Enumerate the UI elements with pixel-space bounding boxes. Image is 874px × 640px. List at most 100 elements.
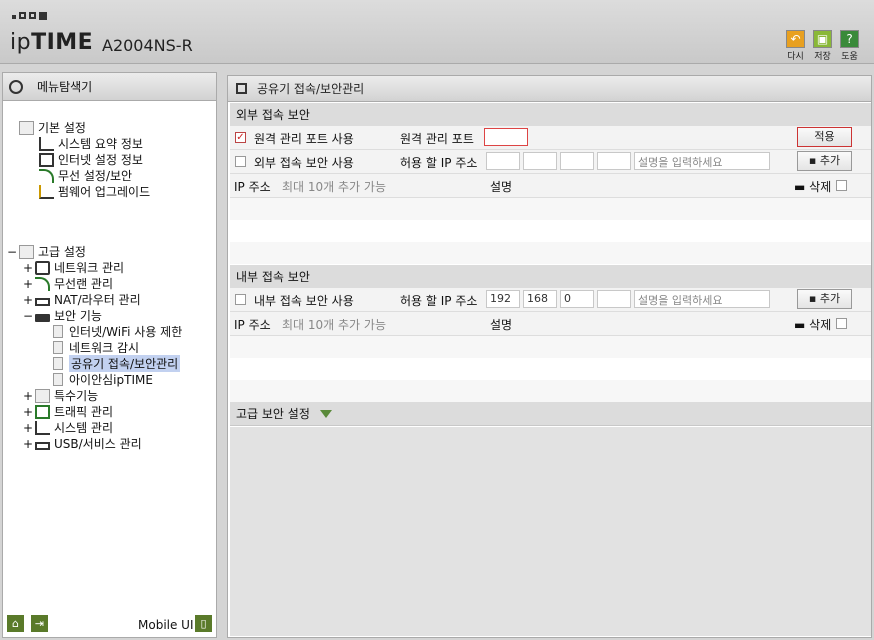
minus-icon: ▬: [794, 180, 810, 194]
ip-octet-1-input[interactable]: 192: [486, 290, 520, 308]
expand-triangle-icon[interactable]: [319, 409, 332, 418]
expand-toggle[interactable]: +: [23, 405, 33, 419]
add-button[interactable]: ▪ 추가: [797, 151, 852, 171]
network-icon: [35, 260, 50, 275]
delete-all-button[interactable]: ▬ 삭제: [794, 178, 831, 195]
add-button[interactable]: ▪ 추가: [797, 289, 852, 309]
ip-octet-3-input[interactable]: [560, 152, 594, 170]
expand-toggle[interactable]: +: [23, 389, 33, 403]
tree-item-internet-info[interactable]: 인터넷 설정 정보: [39, 151, 143, 168]
list-hint: 최대 10개 추가 가능: [282, 318, 386, 332]
expand-toggle[interactable]: +: [23, 293, 33, 307]
external-security-checkbox[interactable]: [235, 156, 246, 167]
save-button[interactable]: ▣ 저장: [812, 30, 833, 62]
page-title-icon: [236, 83, 247, 94]
content-panel: 공유기 접속/보안관리 외부 접속 보안 ✓ 원격 관리 포트 사용 원격 관리…: [227, 75, 872, 638]
logo-mark: [12, 12, 47, 20]
external-list-empty: [230, 242, 871, 264]
undo-icon: ↶: [786, 30, 805, 48]
list-hint: 최대 10개 추가 가능: [282, 180, 386, 194]
select-all-checkbox[interactable]: [836, 318, 847, 329]
search-tree-icon: [9, 79, 23, 94]
tree-item-network-watch[interactable]: 네트워크 감시: [53, 339, 139, 356]
section-title: 외부 접속 보안: [236, 108, 310, 122]
monitor-icon: [39, 152, 54, 167]
description-input[interactable]: 설명을 입력하세요: [634, 152, 770, 170]
remote-port-checkbox[interactable]: ✓: [235, 132, 246, 143]
ip-octet-2-input[interactable]: 168: [523, 290, 557, 308]
usb-icon: [35, 441, 50, 450]
description-input[interactable]: 설명을 입력하세요: [634, 290, 770, 308]
section-advanced-security[interactable]: 고급 보안 설정: [230, 402, 871, 426]
ip-octet-4-input[interactable]: [597, 290, 631, 308]
ip-octet-3-input[interactable]: 0: [560, 290, 594, 308]
tree-item-wireless-security[interactable]: 무선 설정/보안: [39, 167, 132, 184]
minus-icon: ▬: [794, 318, 810, 332]
mobile-ui-button[interactable]: ▯: [195, 615, 212, 632]
expand-toggle[interactable]: +: [23, 261, 33, 275]
wifi-icon: [35, 276, 50, 291]
tree-item-firmware-upgrade[interactable]: 펌웨어 업그레이드: [39, 183, 150, 200]
section-title: 고급 보안 설정: [236, 407, 310, 421]
help-icon: ?: [840, 30, 859, 48]
section-title: 내부 접속 보안: [236, 270, 310, 284]
tree-security-features[interactable]: − 보안 기능: [23, 307, 102, 324]
tree-basic-settings[interactable]: 기본 설정: [19, 119, 86, 136]
brand-logo: ipTIME: [10, 30, 94, 55]
internal-security-checkbox[interactable]: [235, 294, 246, 305]
ip-octet-1-input[interactable]: [486, 152, 520, 170]
internal-security-checkbox-label: 내부 접속 보안 사용: [254, 294, 354, 308]
external-list-empty: [230, 198, 871, 220]
tree-system-management[interactable]: + 시스템 관리: [23, 419, 113, 436]
router-icon: [35, 297, 50, 306]
remote-port-label: 원격 관리 포트: [400, 132, 474, 146]
tree-traffic-management[interactable]: + 트래픽 관리: [23, 403, 113, 420]
wifi-icon: [39, 168, 54, 183]
menu-explorer: 메뉴탐색기 기본 설정 시스템 요약 정보 인터넷 설정 정보 무선 설정/보안…: [2, 72, 217, 638]
select-all-checkbox[interactable]: [836, 180, 847, 191]
expand-toggle[interactable]: +: [23, 437, 33, 451]
special-features-icon: [35, 388, 50, 403]
logout-button[interactable]: ⇥: [31, 615, 48, 632]
remote-port-checkbox-label: 원격 관리 포트 사용: [254, 132, 354, 146]
delete-all-button[interactable]: ▬ 삭제: [794, 316, 831, 333]
tree-advanced-settings[interactable]: − 고급 설정: [7, 243, 86, 260]
allow-ip-label: 허용 할 IP 주소: [400, 156, 478, 170]
tree-item-router-access-security[interactable]: 공유기 접속/보안관리: [53, 355, 181, 372]
collapse-toggle[interactable]: −: [23, 309, 33, 323]
menu-footer: ⌂ ⇥ Mobile UI ▯: [3, 613, 216, 637]
bar-chart-icon: [39, 136, 54, 151]
tree-network-management[interactable]: + 네트워크 관리: [23, 259, 124, 276]
tree-item-child-safe-iptime[interactable]: 아이안심ipTIME: [53, 371, 153, 388]
expand-toggle[interactable]: +: [23, 421, 33, 435]
tree-special-features[interactable]: + 특수기능: [23, 387, 98, 404]
bar-chart-icon: [35, 420, 50, 435]
logout-icon: ⇥: [34, 617, 45, 630]
page-icon: [53, 357, 63, 370]
ip-octet-4-input[interactable]: [597, 152, 631, 170]
help-button[interactable]: ? 도움: [839, 30, 860, 62]
external-list-empty: [230, 220, 871, 242]
traffic-chart-icon: [35, 404, 50, 419]
remote-port-input[interactable]: [484, 128, 528, 146]
undo-button[interactable]: ↶ 다시: [785, 30, 806, 62]
mobile-ui-link[interactable]: Mobile UI: [138, 618, 194, 632]
home-button[interactable]: ⌂: [7, 615, 24, 632]
internal-list-header: IP 주소 최대 10개 추가 가능 설명 ▬ 삭제: [230, 312, 871, 336]
mobile-phone-icon: ▯: [200, 617, 207, 630]
tree-wireless-management[interactable]: + 무선랜 관리: [23, 275, 113, 292]
expand-toggle[interactable]: +: [23, 277, 33, 291]
collapse-toggle[interactable]: −: [7, 245, 17, 259]
tree-nat-router-management[interactable]: + NAT/라우터 관리: [23, 291, 141, 308]
allow-ip-label: 허용 할 IP 주소: [400, 294, 478, 308]
internal-security-row: 내부 접속 보안 사용 허용 할 IP 주소 192 168 0 설명을 입력하…: [230, 288, 871, 312]
plus-icon: ▪: [808, 292, 820, 305]
plus-icon: ▪: [808, 154, 820, 167]
list-ip-header: IP 주소: [234, 180, 271, 194]
tree-item-system-summary[interactable]: 시스템 요약 정보: [39, 135, 143, 152]
apply-button[interactable]: 적용: [797, 127, 852, 147]
tree-usb-service-management[interactable]: + USB/서비스 관리: [23, 435, 142, 452]
list-description-header: 설명: [490, 318, 513, 332]
tree-item-internet-wifi-limit[interactable]: 인터넷/WiFi 사용 제한: [53, 323, 182, 340]
ip-octet-2-input[interactable]: [523, 152, 557, 170]
